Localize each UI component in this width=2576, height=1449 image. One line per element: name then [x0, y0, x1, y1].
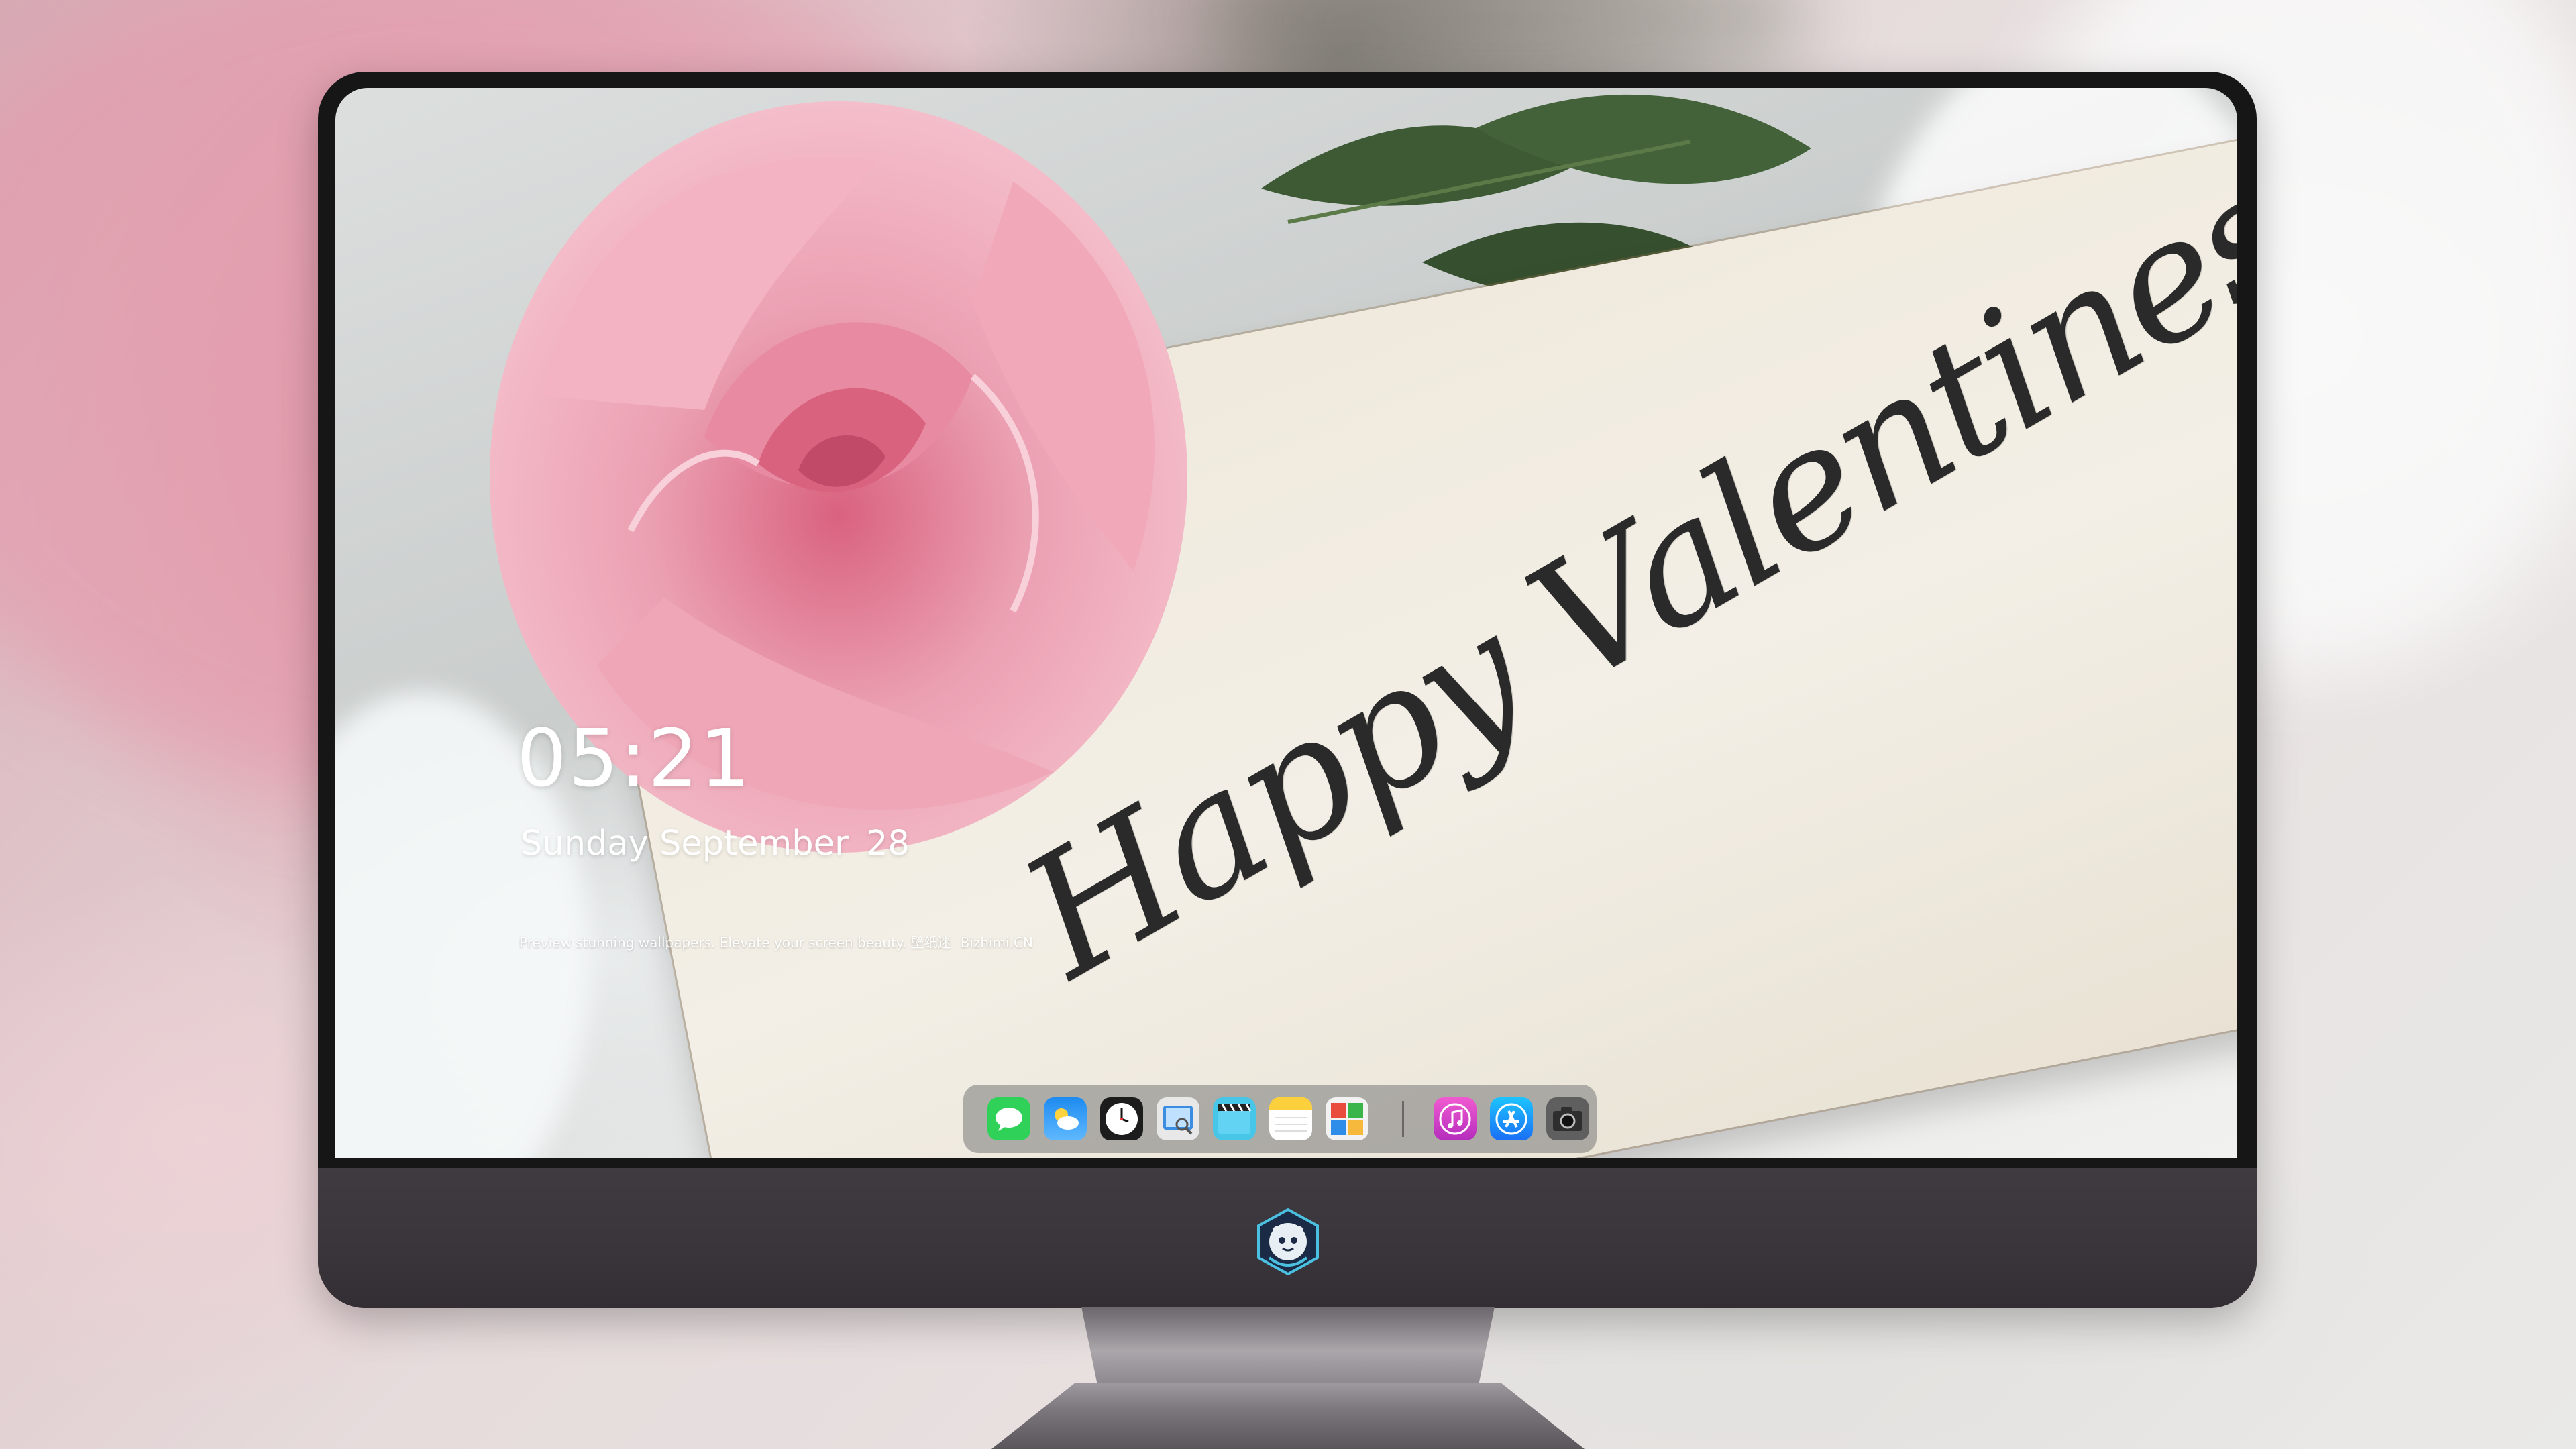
dock-separator: [1402, 1101, 1404, 1137]
music-icon[interactable]: [1434, 1097, 1477, 1140]
wallpaper-tagline: Preview stunning wallpapers. Elevate you…: [519, 932, 1033, 951]
lock-date: Sunday September 28: [521, 824, 910, 863]
app-store-icon[interactable]: [1490, 1097, 1533, 1140]
weekday-month: Sunday September: [521, 824, 849, 863]
preview-icon[interactable]: [1157, 1097, 1199, 1140]
mascot-logo-icon: [1257, 1208, 1319, 1275]
notes-icon[interactable]: [1269, 1097, 1312, 1140]
lock-clock: 05:21: [517, 712, 752, 804]
monitor: Happy Valentines Day 05:21 Sunday Septem…: [318, 72, 2257, 1308]
clock-icon[interactable]: [1100, 1097, 1143, 1140]
tagline-text: Preview stunning wallpapers. Elevate you…: [519, 934, 951, 951]
tagline-site: Bizhimi.CN: [960, 934, 1033, 951]
messages-icon[interactable]: [987, 1097, 1030, 1140]
dock: [963, 1085, 1597, 1153]
weather-icon[interactable]: [1044, 1097, 1087, 1140]
photo-booth-icon[interactable]: [1326, 1097, 1368, 1140]
monitor-stand-neck: [1081, 1307, 1495, 1387]
video-clips-icon[interactable]: [1213, 1097, 1256, 1140]
desktop-screen: Happy Valentines Day 05:21 Sunday Septem…: [335, 88, 2237, 1158]
camera-icon[interactable]: [1546, 1097, 1589, 1140]
monitor-chin: [318, 1168, 2257, 1308]
monitor-stand-base: [991, 1383, 1585, 1449]
day-number: 28: [865, 824, 910, 863]
